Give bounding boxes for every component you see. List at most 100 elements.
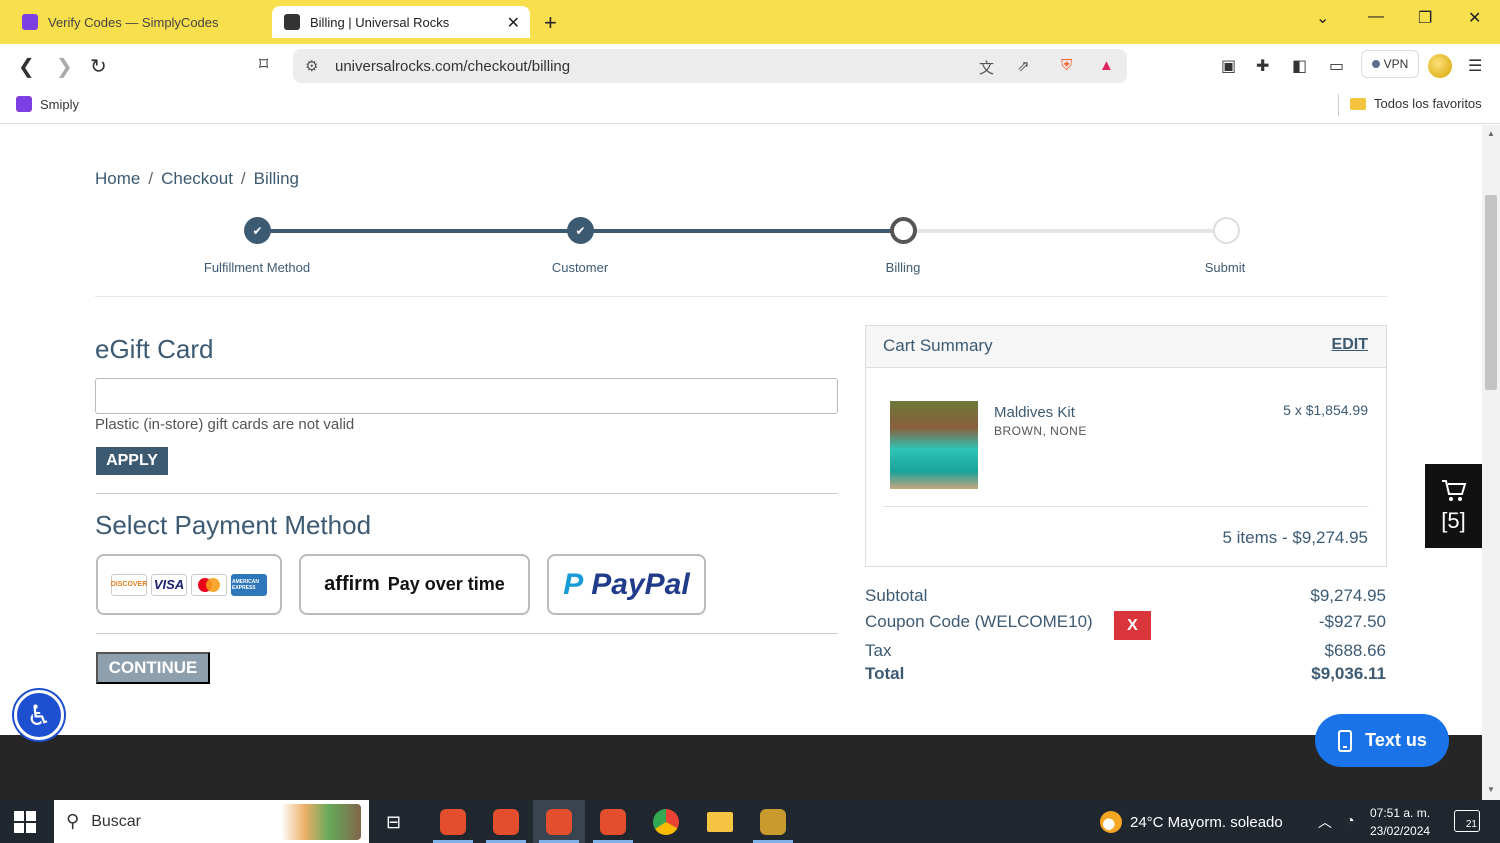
vpn-label: VPN: [1383, 57, 1409, 71]
payment-option-affirm[interactable]: affirm Pay over time: [299, 554, 530, 615]
tray-chevron-icon[interactable]: ︿: [1318, 812, 1332, 832]
minimize-button[interactable]: —: [1368, 8, 1384, 26]
checkout-page: Home / Checkout / Billing ✔ ✔ Fulfillment Me…: [0, 125, 1482, 735]
taskbar-clock[interactable]: 07:51 a. m. 23/02/2024: [1370, 804, 1430, 840]
vpn-status-icon: [1371, 60, 1380, 68]
tax-label: Tax: [865, 641, 892, 660]
search-decoration-image: [281, 804, 361, 840]
site-footer: [0, 735, 1482, 800]
step-submit-pending-icon: [1213, 217, 1240, 244]
bookmarks-bar: Smiply Todos los favoritos: [0, 88, 1500, 124]
taskbar-chrome[interactable]: [640, 800, 692, 843]
payment-option-paypal[interactable]: P PayPal: [547, 554, 706, 615]
floating-cart-button[interactable]: [5]: [1425, 464, 1482, 548]
address-bar[interactable]: ⚙ universalrocks.com/checkout/billing 文 …: [293, 49, 1127, 83]
text-us-button[interactable]: Text us: [1315, 714, 1449, 767]
product-variant: BROWN, NONE: [994, 424, 1087, 438]
page-scrollbar[interactable]: ▲ ▼: [1482, 125, 1500, 800]
bookmark-smiply[interactable]: Smiply: [16, 96, 79, 112]
taskbar-brave-profile-4[interactable]: [587, 800, 639, 843]
reload-icon[interactable]: ↻: [90, 54, 107, 79]
site-info-icon[interactable]: ⚙: [305, 57, 318, 75]
close-window-button[interactable]: ✕: [1468, 8, 1481, 28]
taskbar-weather[interactable]: 24°C Mayorm. soleado: [1100, 811, 1283, 833]
browser-tab-strip: Verify Codes — SimplyCodes Billing | Uni…: [0, 0, 1500, 44]
taskbar-search[interactable]: ⚲ Buscar: [54, 800, 369, 843]
menu-icon[interactable]: ☰: [1468, 56, 1482, 76]
egift-card-input[interactable]: [95, 378, 838, 414]
brave-icon: [600, 808, 626, 835]
bookmark-label: Todos los favoritos: [1374, 96, 1482, 111]
paypal-logo: PayPal: [591, 567, 690, 601]
taskbar-file-explorer[interactable]: [694, 800, 746, 843]
accessibility-icon[interactable]: ♿: [14, 690, 64, 740]
cart-divider: [883, 506, 1369, 507]
step-label-submit: Submit: [1204, 260, 1246, 275]
payment-option-card[interactable]: DISCOVER VISA AMERICAN EXPRESS: [96, 554, 282, 615]
step-label-customer: Customer: [551, 260, 609, 275]
breadcrumb-home[interactable]: Home: [95, 169, 140, 188]
tab-billing[interactable]: Billing | Universal Rocks ✕: [272, 6, 530, 38]
taskbar-brave-profile-2[interactable]: [480, 800, 532, 843]
taskbar-app[interactable]: [747, 800, 799, 843]
task-view-icon[interactable]: ⊟: [386, 812, 401, 833]
payment-heading: Select Payment Method: [95, 510, 372, 540]
brave-icon: [546, 808, 572, 835]
bookmark-icon[interactable]: ⌑: [259, 54, 268, 75]
new-tab-button[interactable]: +: [544, 10, 557, 36]
scrollbar-thumb[interactable]: [1485, 195, 1497, 390]
forward-icon[interactable]: ❯: [56, 54, 73, 79]
clock-time: 07:51 a. m.: [1370, 806, 1431, 820]
apply-button[interactable]: APPLY: [96, 447, 168, 475]
breadcrumb-billing: Billing: [253, 169, 300, 188]
network-icon[interactable]: ◔: [1346, 812, 1354, 828]
taskbar-brave-profile-1[interactable]: [427, 800, 479, 843]
tab-title: Verify Codes — SimplyCodes: [48, 14, 219, 30]
cart-count: [5]: [1441, 508, 1466, 533]
clock-date: 23/02/2024: [1370, 824, 1431, 838]
url-text[interactable]: universalrocks.com/checkout/billing: [335, 58, 570, 75]
brave-rewards-icon[interactable]: ▲: [1099, 57, 1114, 74]
discover-card-icon: DISCOVER: [111, 573, 147, 596]
chrome-icon: [653, 808, 679, 835]
share-icon[interactable]: ⇗: [1017, 57, 1030, 75]
taskbar-brave-profile-3[interactable]: [533, 800, 585, 843]
extensions-icon[interactable]: ✚: [1256, 56, 1269, 76]
brave-shield-icon[interactable]: ⛨: [1061, 57, 1072, 74]
app-icon: [760, 808, 786, 835]
sidebar-icon[interactable]: ◧: [1292, 56, 1307, 76]
continue-button[interactable]: CONTINUE: [96, 652, 210, 684]
cart-edit-link[interactable]: EDIT: [1332, 336, 1368, 354]
checkout-stepper: ✔ ✔ Fulfillment Method Customer Billing …: [95, 205, 1387, 297]
scroll-down-icon[interactable]: ▼: [1487, 785, 1495, 794]
product-image[interactable]: [890, 401, 978, 489]
profile-avatar[interactable]: [1428, 54, 1452, 78]
tax-row: Tax $688.66: [865, 641, 1386, 661]
step-customer-checkmark-icon: ✔: [567, 217, 594, 244]
scroll-up-icon[interactable]: ▲: [1487, 129, 1495, 138]
section-divider: [96, 633, 838, 634]
notification-center-icon[interactable]: 21: [1454, 810, 1480, 832]
cart-icon: [1441, 480, 1466, 501]
windows-start-icon[interactable]: [14, 811, 36, 833]
tab-search-chevron-icon[interactable]: ⌄: [1316, 8, 1329, 28]
extension-printer-icon[interactable]: ▣: [1221, 56, 1236, 76]
back-icon[interactable]: ❮: [18, 54, 35, 79]
translate-icon[interactable]: 文: [979, 57, 994, 78]
subtotal-label: Subtotal: [865, 586, 928, 605]
product-qty-price: 5 x $1,854.99: [1283, 402, 1368, 418]
tab-simplycodes[interactable]: Verify Codes — SimplyCodes: [4, 6, 266, 38]
breadcrumb-checkout[interactable]: Checkout: [161, 169, 233, 188]
phone-icon: [1338, 729, 1353, 752]
restore-button[interactable]: ❐: [1418, 8, 1432, 28]
step-fulfillment-checkmark-icon: ✔: [244, 217, 271, 244]
cart-summary: Cart Summary EDIT Maldives Kit BROWN, NO…: [865, 325, 1387, 567]
vpn-button[interactable]: VPN: [1361, 50, 1419, 78]
weather-text: 24°C Mayorm. soleado: [1130, 813, 1283, 831]
remove-coupon-button[interactable]: X: [1114, 611, 1151, 640]
mastercard-icon: [191, 573, 227, 596]
close-tab-icon[interactable]: ✕: [507, 13, 520, 33]
wallet-icon[interactable]: ▭: [1329, 56, 1344, 76]
product-name[interactable]: Maldives Kit: [994, 404, 1075, 421]
bookmark-all-favorites[interactable]: Todos los favoritos: [1350, 96, 1482, 111]
